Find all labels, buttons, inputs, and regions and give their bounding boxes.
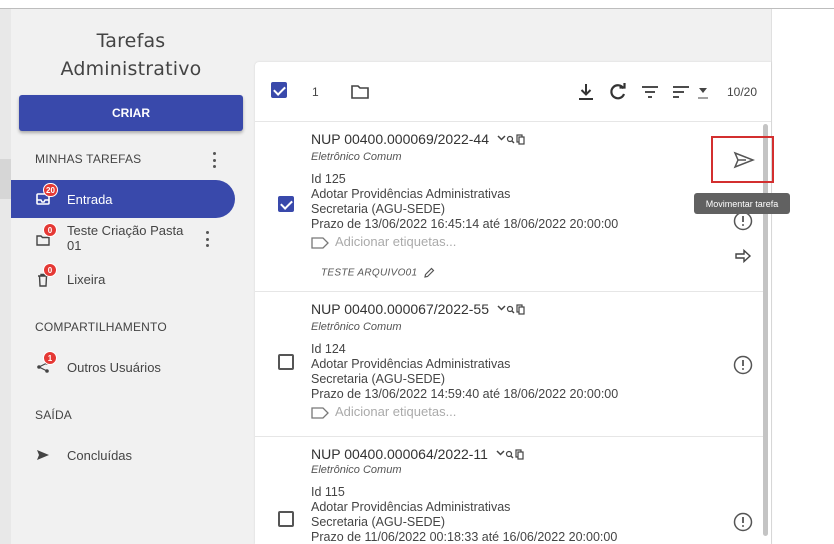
- top-bar: [0, 0, 834, 9]
- task-unit: Secretaria (AGU-SEDE): [311, 202, 446, 216]
- inbox-badge: 20: [43, 183, 58, 197]
- task-deadline: Prazo de 13/06/2022 16:45:14 até 18/06/2…: [311, 217, 619, 231]
- flag-icon: [733, 512, 753, 532]
- add-tags-placeholder: Adicionar etiquetas...: [335, 404, 457, 419]
- right-pane: [771, 9, 834, 544]
- task-checkbox[interactable]: [278, 354, 294, 370]
- refresh-icon[interactable]: [608, 82, 628, 102]
- create-button[interactable]: CRIAR: [19, 95, 243, 131]
- task-nup: NUP 00400.000064/2022-11: [311, 446, 524, 464]
- sidebar-item-entrada[interactable]: 20 Entrada: [11, 180, 235, 218]
- task-kind: Eletrônico Comum: [311, 464, 402, 476]
- selected-count: 1: [312, 85, 319, 99]
- download-icon[interactable]: [576, 82, 596, 102]
- task-deadline: Prazo de 11/06/2022 00:18:33 até 16/06/2…: [311, 530, 618, 544]
- task-id: Id 124: [311, 342, 346, 356]
- task-unit: Secretaria (AGU-SEDE): [311, 372, 446, 386]
- scrollbar[interactable]: [763, 124, 768, 536]
- left-edge: [0, 9, 11, 544]
- forward-icon[interactable]: [733, 246, 753, 266]
- sidebar-item-label-line2: 01: [67, 238, 82, 253]
- attachment-name: TESTE ARQUIVO01: [321, 267, 418, 279]
- send-icon: [37, 450, 49, 460]
- nup-tools: [497, 302, 525, 319]
- task-nup: NUP 00400.000069/2022-44: [311, 131, 525, 149]
- sort-icon[interactable]: [671, 82, 691, 102]
- task-nup: NUP 00400.000067/2022-55: [311, 301, 525, 319]
- task-title: Adotar Providências Administrativas: [311, 357, 511, 371]
- tag-icon: [311, 236, 329, 249]
- nup-text: NUP 00400.000069/2022-44: [311, 131, 490, 147]
- filter-icon[interactable]: [640, 82, 660, 102]
- task-unit: Secretaria (AGU-SEDE): [311, 515, 446, 529]
- sidebar-item-lixeira[interactable]: 0 Lixeira: [11, 260, 235, 298]
- page-title-line1: Tarefas: [96, 30, 166, 52]
- sidebar-item-label: Outros Usuários: [67, 359, 161, 375]
- page-title-line2: Administrativo: [60, 58, 202, 80]
- flag-icon: [733, 355, 753, 375]
- task-item[interactable]: NUP 00400.000064/2022-11 Eletrônico Comu…: [255, 438, 763, 544]
- task-checkbox[interactable]: [278, 511, 294, 527]
- section-sharing: COMPARTILHAMENTO: [35, 320, 167, 334]
- trash-badge: 0: [43, 263, 57, 277]
- others-badge: 1: [43, 351, 57, 365]
- sidebar-item-label: Teste Criação Pasta: [67, 223, 184, 238]
- add-tags-field[interactable]: Adicionar etiquetas...: [311, 234, 456, 249]
- send-icon[interactable]: [733, 150, 755, 170]
- page-title: Tarefas Administrativo: [31, 27, 231, 83]
- nup-tools: [497, 132, 525, 149]
- nup-actions-icon[interactable]: [497, 132, 525, 146]
- folder-badge: 0: [43, 223, 57, 237]
- tag-icon: [311, 406, 329, 419]
- task-list-panel: 1 10/20 NUP 00400.000069/2022-44 Eletrôn…: [255, 62, 790, 544]
- task-deadline: Prazo de 13/06/2022 14:59:40 até 18/06/2…: [311, 387, 619, 401]
- task-title: Adotar Providências Administrativas: [311, 500, 511, 514]
- section-output: SAÍDA: [35, 408, 73, 422]
- nup-actions-icon[interactable]: [497, 302, 525, 316]
- sidebar-item-label: Entrada: [67, 191, 113, 207]
- sort-dropdown-icon[interactable]: [697, 82, 709, 102]
- task-item[interactable]: NUP 00400.000067/2022-55 Eletrônico Comu…: [255, 293, 763, 437]
- task-attachment: TESTE ARQUIVO01: [321, 267, 435, 279]
- task-kind: Eletrônico Comum: [311, 151, 402, 163]
- nup-actions-icon[interactable]: [496, 447, 524, 461]
- left-edge-marker: [0, 159, 11, 199]
- sidebar-item-label: Lixeira: [67, 271, 106, 287]
- select-all-checkbox[interactable]: [271, 82, 287, 98]
- folder-menu-icon[interactable]: [204, 231, 210, 247]
- task-id: Id 125: [311, 172, 346, 186]
- nup-tools: [496, 447, 524, 464]
- task-checkbox[interactable]: [278, 196, 294, 212]
- sidebar-item-label: Concluídas: [67, 447, 133, 463]
- task-title: Adotar Providências Administrativas: [311, 187, 511, 201]
- sidebar-item-concluidas[interactable]: Concluídas: [11, 436, 235, 474]
- folder-icon[interactable]: [350, 82, 370, 102]
- my-tasks-menu-icon[interactable]: [211, 152, 217, 168]
- nup-text: NUP 00400.000064/2022-11: [311, 446, 488, 462]
- flag-icon: [733, 211, 753, 231]
- nup-text: NUP 00400.000067/2022-55: [311, 301, 490, 317]
- add-tags-field[interactable]: Adicionar etiquetas...: [311, 404, 456, 419]
- sidebar-item-folder[interactable]: 0 Teste Criação Pasta 01: [11, 222, 235, 256]
- task-item[interactable]: NUP 00400.000069/2022-44 Eletrônico Comu…: [255, 123, 763, 292]
- sidebar: Tarefas Administrativo CRIAR MINHAS TARE…: [11, 9, 256, 544]
- edit-icon[interactable]: [423, 267, 435, 279]
- tooltip: Movimentar tarefa: [694, 193, 790, 214]
- section-my-tasks: MINHAS TAREFAS: [35, 152, 142, 166]
- pagination-label: 10/20: [727, 85, 758, 99]
- task-id: Id 115: [311, 485, 345, 499]
- add-tags-placeholder: Adicionar etiquetas...: [335, 234, 457, 249]
- list-toolbar: 1 10/20: [255, 62, 771, 122]
- task-kind: Eletrônico Comum: [311, 321, 402, 333]
- sidebar-item-outros-usuarios[interactable]: 1 Outros Usuários: [11, 348, 235, 386]
